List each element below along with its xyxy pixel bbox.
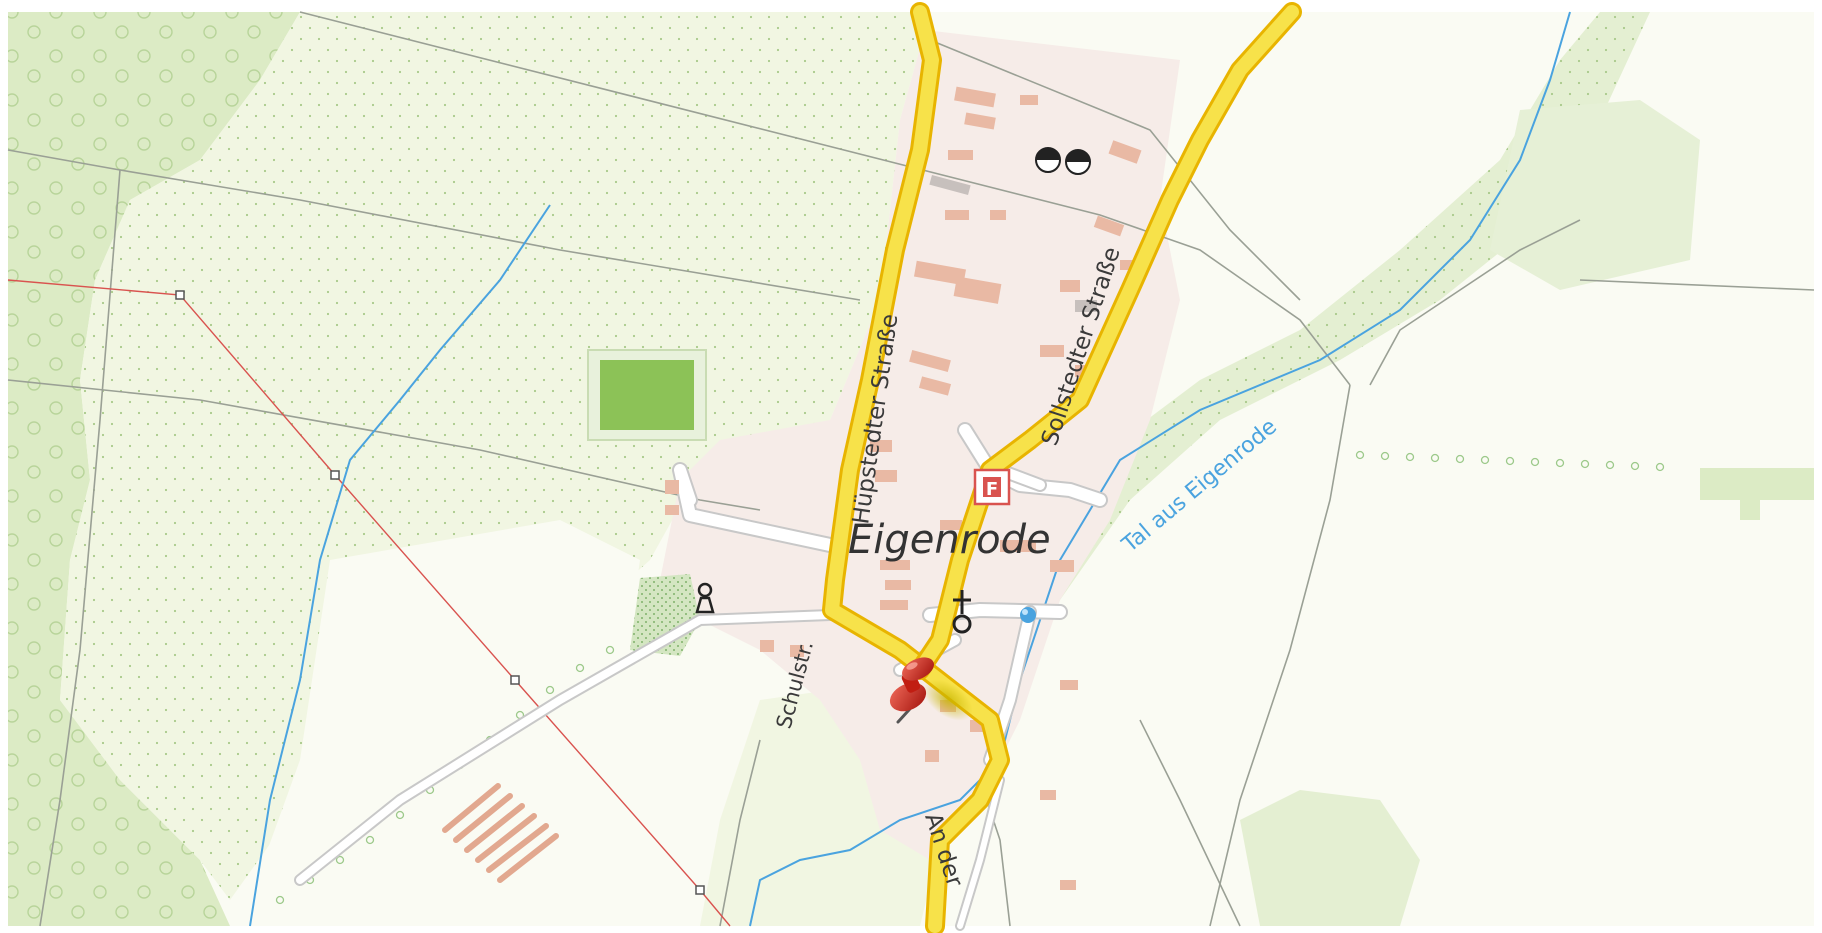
sports-field-pitch	[600, 360, 694, 430]
fire-station-letter: F	[986, 479, 998, 500]
fire-station-icon: F	[973, 468, 1011, 506]
water-point-icon	[1020, 607, 1036, 623]
map-view[interactable]: F Eigenrode Hüpstedter Straße Sollstedte…	[0, 0, 1822, 933]
forest-patch-northeast	[1490, 100, 1700, 290]
map-canvas[interactable]: F Eigenrode Hüpstedter Straße Sollstedte…	[0, 0, 1822, 933]
place-label: Eigenrode	[848, 517, 1051, 563]
